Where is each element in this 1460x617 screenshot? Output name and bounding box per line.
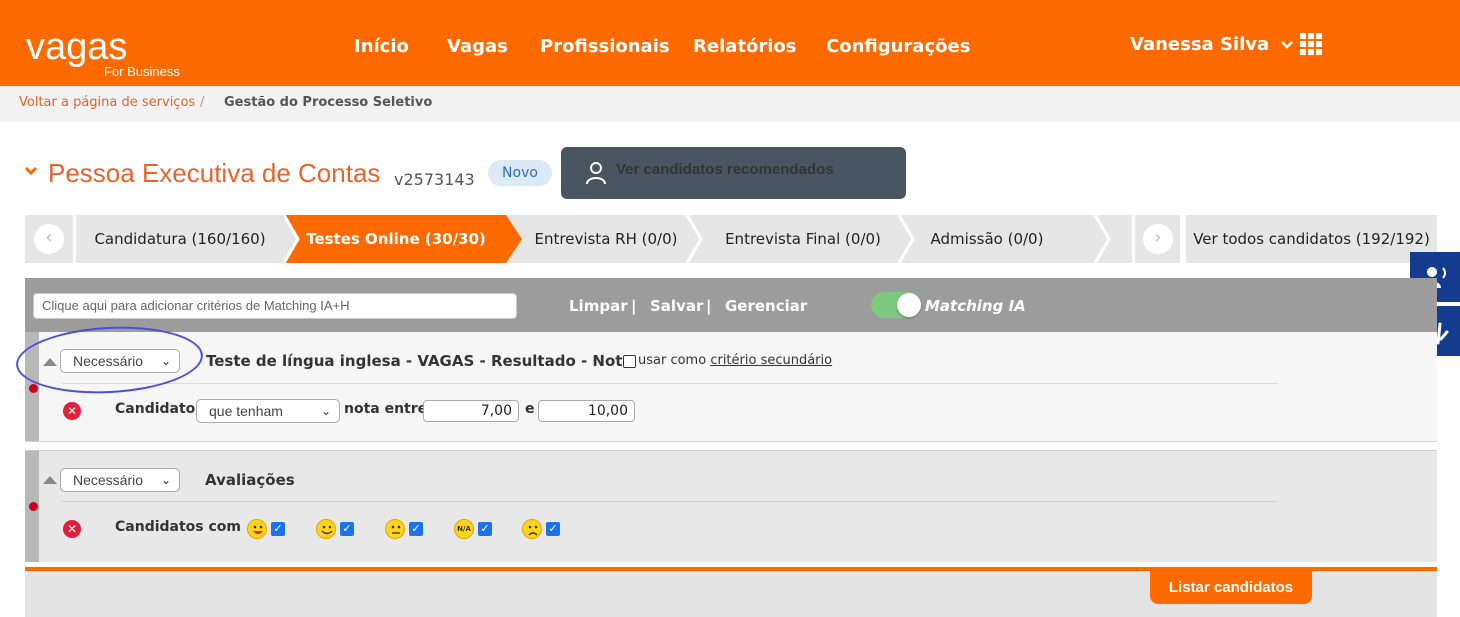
breadcrumb-current: Gestão do Processo Seletivo (224, 95, 433, 110)
na-checkbox[interactable]: ✓ (478, 522, 492, 536)
secondary-criterion-label: usar como critério secundário (638, 353, 832, 368)
very-happy-checkbox[interactable]: ✓ (271, 522, 285, 536)
toggle-knob (897, 293, 921, 317)
min-score-input[interactable]: 7,00 (423, 400, 519, 422)
user-menu[interactable]: Vanessa Silva (1130, 34, 1294, 55)
step-divider (1093, 215, 1111, 263)
status-dot (29, 502, 38, 511)
secondary-criterion-checkbox[interactable] (623, 355, 636, 368)
criteria-bar: Clique aqui para adicionar critérios de … (25, 278, 1437, 332)
steps-next-button[interactable]: › (1143, 224, 1173, 254)
logo-subtitle: For Business (104, 64, 180, 79)
new-badge: Novo (488, 160, 552, 186)
top-navbar: vagas For Business Início Vagas Profissi… (0, 0, 1460, 86)
recommended-candidates-button[interactable]: Ver candidatos recomendados (561, 147, 906, 199)
secondary-prefix: usar como (638, 353, 707, 368)
criterion-block-evaluations: Necessário ⌄ Avaliações ✕ Candidatos com… (25, 450, 1437, 562)
breadcrumb-back-link[interactable]: Voltar a página de serviços (19, 95, 195, 110)
step-candidatura[interactable]: Candidatura (160/160) (76, 215, 284, 263)
max-score-input[interactable]: 10,00 (538, 400, 635, 422)
step-testes-online[interactable]: Testes Online (30/30) (303, 215, 489, 263)
criteria-search-input[interactable]: Clique aqui para adicionar critérios de … (33, 293, 517, 319)
na-face-icon: N/A (454, 519, 474, 539)
save-link[interactable]: Salvar (650, 297, 703, 315)
step-divider (897, 215, 915, 263)
requirement-select[interactable]: Necessário ⌄ (60, 468, 180, 492)
and-label: e (525, 401, 535, 417)
divider-line (62, 501, 1278, 502)
recommended-button-label: Ver candidatos recomendados (616, 161, 834, 178)
candidates-with-label: Candidatos com (115, 519, 241, 535)
steps-prev-button[interactable]: ‹ (34, 224, 64, 254)
nav-inicio[interactable]: Início (354, 36, 409, 57)
breadcrumb: Voltar a página de serviços / Gestão do … (0, 86, 1460, 122)
criterion-title: Avaliações (205, 471, 295, 489)
user-name: Vanessa Silva (1130, 34, 1270, 55)
happy-checkbox[interactable]: ✓ (340, 522, 354, 536)
nav-relatorios[interactable]: Relatórios (693, 36, 796, 57)
clear-link[interactable]: Limpar (569, 297, 628, 315)
manage-link[interactable]: Gerenciar (725, 297, 807, 315)
neutral-face-icon (385, 519, 405, 539)
step-entrevista-final[interactable]: Entrevista Final (0/0) (713, 215, 893, 263)
nav-profissionais[interactable]: Profissionais (540, 36, 670, 57)
job-code: v2573143 (394, 170, 475, 189)
sad-face-icon (522, 519, 542, 539)
step-entrevista-rh[interactable]: Entrevista RH (0/0) (521, 215, 691, 263)
collapse-triangle-icon[interactable] (43, 476, 57, 484)
step-admissao[interactable]: Admissão (0/0) (915, 215, 1059, 263)
remove-criterion-icon[interactable]: ✕ (63, 402, 81, 420)
vagas-logo[interactable]: vagas For Business (26, 26, 180, 79)
logo-word: vagas (26, 26, 128, 68)
status-dot (29, 384, 38, 393)
condition-select[interactable]: que tenham ⌄ (196, 399, 340, 423)
process-steps: ‹ Candidatura (160/160) Testes Online (3… (25, 215, 1437, 263)
neutral-checkbox[interactable]: ✓ (409, 522, 423, 536)
list-candidates-button[interactable]: Listar candidatos (1150, 571, 1312, 604)
very-happy-face-icon (247, 519, 267, 539)
criterion-block-english-test: Necessário ⌄ Teste de língua inglesa - V… (25, 332, 1437, 442)
remove-criterion-icon[interactable]: ✕ (63, 520, 81, 538)
all-candidates-tab[interactable]: Ver todos candidatos (192/192) (1186, 215, 1437, 263)
matching-ia-toggle[interactable] (871, 292, 921, 318)
range-label: nota entre (344, 401, 428, 417)
nav-configuracoes[interactable]: Configurações (826, 36, 970, 57)
requirement-value: Necessário (73, 472, 144, 488)
breadcrumb-separator: / (200, 95, 205, 110)
secondary-criterion-link[interactable]: critério secundário (710, 353, 832, 368)
chevron-down-icon (1281, 41, 1294, 49)
sad-checkbox[interactable]: ✓ (546, 522, 560, 536)
condition-value: que tenham (209, 403, 283, 419)
chevron-down-icon: ⌄ (320, 404, 331, 418)
job-title: Pessoa Executiva de Contas (48, 158, 381, 188)
divider: | (631, 297, 637, 315)
user-icon (586, 162, 606, 185)
candidates-label: Candidatos (115, 401, 204, 417)
nav-vagas[interactable]: Vagas (447, 36, 508, 57)
criterion-title: Teste de língua inglesa - VAGAS - Result… (206, 352, 633, 370)
chevron-down-icon[interactable] (24, 166, 38, 176)
divider: | (706, 297, 712, 315)
chevron-down-icon: ⌄ (160, 473, 171, 487)
apps-grid-icon[interactable] (1300, 33, 1322, 55)
divider-line (62, 383, 1278, 384)
happy-face-icon (316, 519, 336, 539)
results-bar: Listar candidatos (25, 567, 1437, 617)
matching-ia-label: Matching IA (925, 297, 1026, 315)
